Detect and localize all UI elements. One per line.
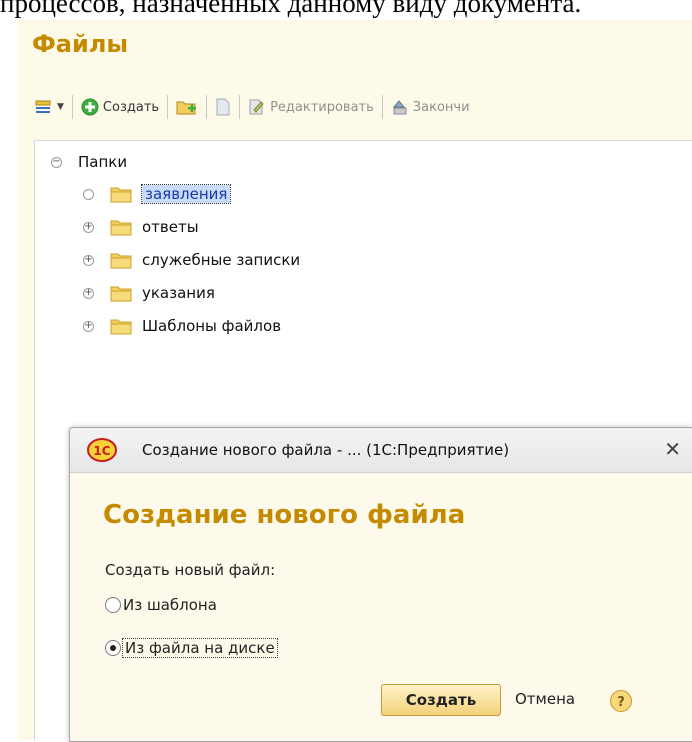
document-text: процессов, назначенных данному виду доку… [0, 0, 582, 18]
expand-icon[interactable]: + [83, 287, 94, 299]
close-icon[interactable]: ✕ [664, 437, 681, 461]
finish-edit-icon [392, 100, 407, 115]
chevron-down-icon: ▼ [57, 102, 64, 112]
files-title: Файлы [32, 30, 129, 58]
add-icon [81, 98, 99, 116]
tree-item-label: служебные записки [142, 251, 301, 269]
tree-item[interactable]: + ответы [83, 214, 199, 240]
toolbar-divider [167, 95, 169, 119]
create-button[interactable]: Создать [76, 94, 164, 120]
create-button-dialog[interactable]: Создать [381, 684, 501, 716]
option-from-disk[interactable]: Из файла на диске [105, 638, 278, 658]
folder-icon [110, 253, 132, 269]
create-file-dialog: 1С Создание нового файла - ... (1С:Предп… [69, 427, 692, 742]
expand-icon[interactable]: + [83, 320, 94, 332]
tree-root[interactable]: − Папки [51, 149, 127, 175]
toolbar-divider [381, 95, 383, 119]
tree-root-label: Папки [78, 153, 128, 171]
view-list-icon [35, 100, 51, 113]
new-folder-button[interactable] [171, 94, 203, 120]
option-from-template[interactable]: Из шаблона [105, 596, 217, 614]
dialog-title: Создание нового файла - ... (1С:Предприя… [142, 441, 510, 459]
tree-item-label: ответы [142, 218, 199, 236]
empty-node-icon [83, 188, 94, 200]
collapse-icon[interactable]: − [51, 156, 62, 168]
tree-item-label: Шаблоны файлов [142, 317, 282, 335]
edit-label: Редактировать [270, 99, 374, 115]
dialog-titlebar[interactable]: 1С Создание нового файла - ... (1С:Предп… [70, 428, 692, 473]
option-from-disk-label: Из файла на диске [122, 638, 278, 658]
expand-icon[interactable]: + [83, 221, 94, 233]
cancel-button[interactable]: Отмена [515, 690, 575, 708]
toolbar-divider [239, 95, 241, 119]
toolbar: ▼ Создать Редактировать Закончи [30, 90, 692, 124]
folder-icon [110, 286, 132, 302]
radio-from-disk[interactable] [105, 640, 121, 656]
toolbar-divider [206, 95, 208, 119]
create-prompt: Создать новый файл: [105, 561, 276, 579]
help-icon[interactable]: ? [609, 689, 633, 713]
folder-icon [110, 319, 132, 335]
option-from-template-label: Из шаблона [123, 596, 217, 614]
document-icon [216, 98, 230, 116]
tree-item[interactable]: + служебные записки [83, 247, 300, 273]
toolbar-divider [71, 95, 73, 119]
edit-icon [249, 99, 264, 115]
document-button[interactable] [210, 94, 236, 120]
folder-icon [110, 220, 132, 236]
finish-label: Закончи [412, 99, 470, 115]
logo-text: 1С [93, 444, 110, 458]
view-mode-button[interactable]: ▼ [30, 94, 69, 120]
folder-icon [110, 187, 132, 203]
folder-add-icon [176, 101, 197, 115]
finish-editing-button[interactable]: Закончи [386, 94, 475, 120]
tree-item-label: указания [142, 284, 215, 302]
create-label: Создать [102, 99, 160, 115]
edit-button[interactable]: Редактировать [243, 94, 379, 120]
tree-item[interactable]: + Шаблоны файлов [83, 313, 281, 339]
expand-icon[interactable]: + [83, 254, 94, 266]
help-symbol: ? [617, 695, 625, 710]
tree-item[interactable]: заявления [83, 181, 232, 207]
tree-item[interactable]: + указания [83, 280, 215, 306]
radio-from-template[interactable] [105, 597, 121, 613]
1c-logo-icon: 1С [87, 438, 117, 462]
tree-item-label: заявления [140, 184, 232, 204]
dialog-heading: Создание нового файла [103, 500, 466, 530]
